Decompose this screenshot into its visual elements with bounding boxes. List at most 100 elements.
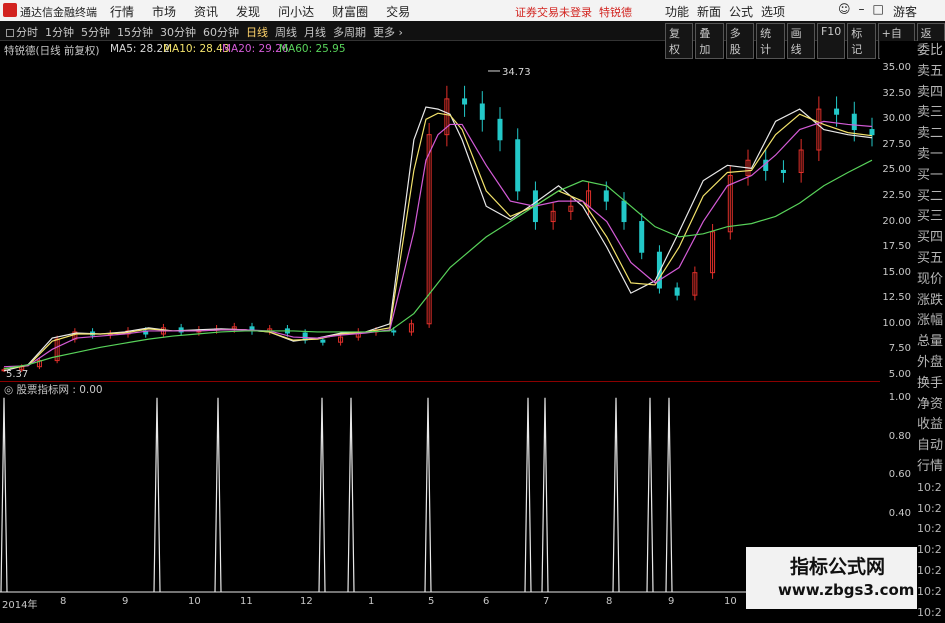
price-tick: 15.00 [882, 266, 911, 278]
period-5min[interactable]: 5分钟 [81, 24, 110, 40]
quote-field: 买一 [917, 167, 944, 183]
series-ma60 [3, 159, 873, 370]
guest-login[interactable]: 游客 [893, 3, 917, 20]
quote-field: 现价 [917, 271, 944, 287]
quote-field: 10:2 [917, 563, 942, 577]
signal-tick: 0.60 [888, 469, 911, 481]
candle-body [869, 129, 875, 136]
panel-divider[interactable] [0, 381, 880, 382]
quote-field: 收益 [917, 417, 944, 433]
quote-field: 卖一 [917, 146, 944, 162]
date-tick: 6 [483, 596, 490, 607]
price-tick: 25.00 [882, 164, 911, 176]
menu-wealth[interactable]: 财富圈 [332, 3, 368, 20]
signal-pulse [318, 397, 326, 593]
quote-field[interactable]: 自动 [917, 436, 945, 457]
date-tick: 10 [188, 596, 201, 607]
period-daily[interactable]: 日线 [246, 24, 268, 40]
date-tick: 7 [543, 596, 550, 607]
period-30min[interactable]: 30分钟 [160, 24, 196, 40]
menu-trade[interactable]: 交易 [386, 3, 410, 20]
period-more[interactable]: 更多 › [373, 24, 403, 40]
candle-body [780, 169, 786, 173]
candle-body [497, 118, 503, 141]
signal-pulse [665, 397, 673, 593]
signal-pulse [541, 397, 549, 593]
right-menu: 功能 新面 公式 选项 [665, 3, 785, 20]
price-tick: 32.50 [882, 87, 911, 99]
login-notice[interactable]: 证券交易未登录 特锐德 [515, 4, 632, 20]
signal-pulse [347, 397, 355, 593]
quote-field: 外盘 [917, 354, 944, 370]
price-tick: 12.50 [882, 292, 911, 304]
high-annotation: 34.73 [502, 67, 531, 78]
candle-body [621, 200, 627, 223]
maximize-icon[interactable]: □ [873, 2, 884, 16]
signal-pulse [214, 397, 222, 593]
period-multi[interactable]: 多周期 [333, 24, 366, 40]
quote-field: 10:2 [917, 584, 942, 598]
quote-field: 10:2 [917, 605, 942, 619]
quote-field: 总量 [917, 334, 944, 350]
quote-field: 买四 [917, 230, 944, 246]
menu-options[interactable]: 选项 [761, 3, 785, 20]
date-tick: 1 [368, 596, 375, 607]
candle-body [462, 98, 468, 105]
period-weekly[interactable]: 周线 [275, 24, 297, 40]
period-monthly[interactable]: 月线 [304, 24, 326, 40]
menu-ask[interactable]: 问小达 [278, 3, 314, 20]
quote-field: 净资 [917, 396, 944, 412]
period-60min[interactable]: 60分钟 [203, 24, 239, 40]
window-controls: ☺ – □ [838, 2, 884, 16]
candle-body [674, 287, 680, 296]
period-intraday[interactable]: 分时 [6, 24, 38, 40]
date-tick: 10 [724, 596, 737, 607]
candle-body [639, 221, 645, 253]
signal-pulse [524, 397, 532, 593]
quote-field: 10:2 [917, 501, 942, 515]
quote-field: 卖四 [917, 84, 944, 100]
price-tick: 22.50 [882, 190, 911, 201]
period-15min[interactable]: 15分钟 [117, 24, 153, 40]
price-tick: 27.50 [882, 138, 911, 150]
price-tick: 30.00 [882, 113, 911, 125]
price-tick: 17.50 [882, 241, 911, 253]
minimize-icon[interactable]: – [859, 2, 865, 16]
date-tick: 9 [122, 596, 129, 607]
menu-news[interactable]: 资讯 [194, 3, 218, 20]
signal-pulse [612, 397, 620, 593]
quote-field: 10:2 [917, 522, 942, 536]
price-tick: 20.00 [882, 215, 911, 227]
candle-body [603, 190, 609, 202]
candle-body [320, 339, 326, 343]
ma60-label: MA60: 25.95 [279, 43, 346, 55]
signal-tick: 0.80 [888, 430, 911, 442]
price-tick: 7.50 [888, 343, 911, 355]
price-chart[interactable]: 34.73 5.37 [0, 58, 880, 380]
candle-body [834, 108, 840, 115]
quote-field[interactable]: 行情 [917, 457, 945, 478]
menu-quotes[interactable]: 行情 [110, 3, 134, 20]
menu-function[interactable]: 功能 [665, 3, 689, 20]
signal-pulse [0, 397, 8, 593]
stock-label: 特锐德(日线 前复权) [4, 45, 100, 57]
help-icon[interactable]: ☺ [838, 2, 851, 16]
date-tick: 11 [240, 596, 253, 607]
menu-discover[interactable]: 发现 [236, 3, 260, 20]
period-1min[interactable]: 1分钟 [45, 24, 74, 40]
price-tick: 35.00 [882, 62, 911, 74]
menu-formula[interactable]: 公式 [729, 3, 753, 20]
title-bar: 通达信金融终端 行情 市场 资讯 发现 问小达 财富圈 交易 证券交易未登录 特… [0, 0, 945, 21]
period-toolbar: 分时 1分钟 5分钟 15分钟 30分钟 60分钟 日线 周线 月线 多周期 更… [0, 21, 945, 59]
candle-body [391, 330, 397, 333]
quote-field: 10:2 [917, 480, 942, 494]
app-logo-icon [3, 3, 17, 17]
app-title: 通达信金融终端 [20, 6, 97, 19]
menu-market[interactable]: 市场 [152, 3, 176, 20]
menu-new-layout[interactable]: 新面 [697, 3, 721, 20]
quote-field: 涨跌 [917, 292, 944, 308]
price-axis: 35.00 32.50 30.00 27.50 25.00 22.50 20.00 17.50… [880, 41, 916, 381]
quote-field: 10:2 [917, 543, 942, 557]
candle-body [479, 103, 485, 120]
watermark-logo: 指标公式网 www.zbgs3.com [746, 547, 917, 609]
